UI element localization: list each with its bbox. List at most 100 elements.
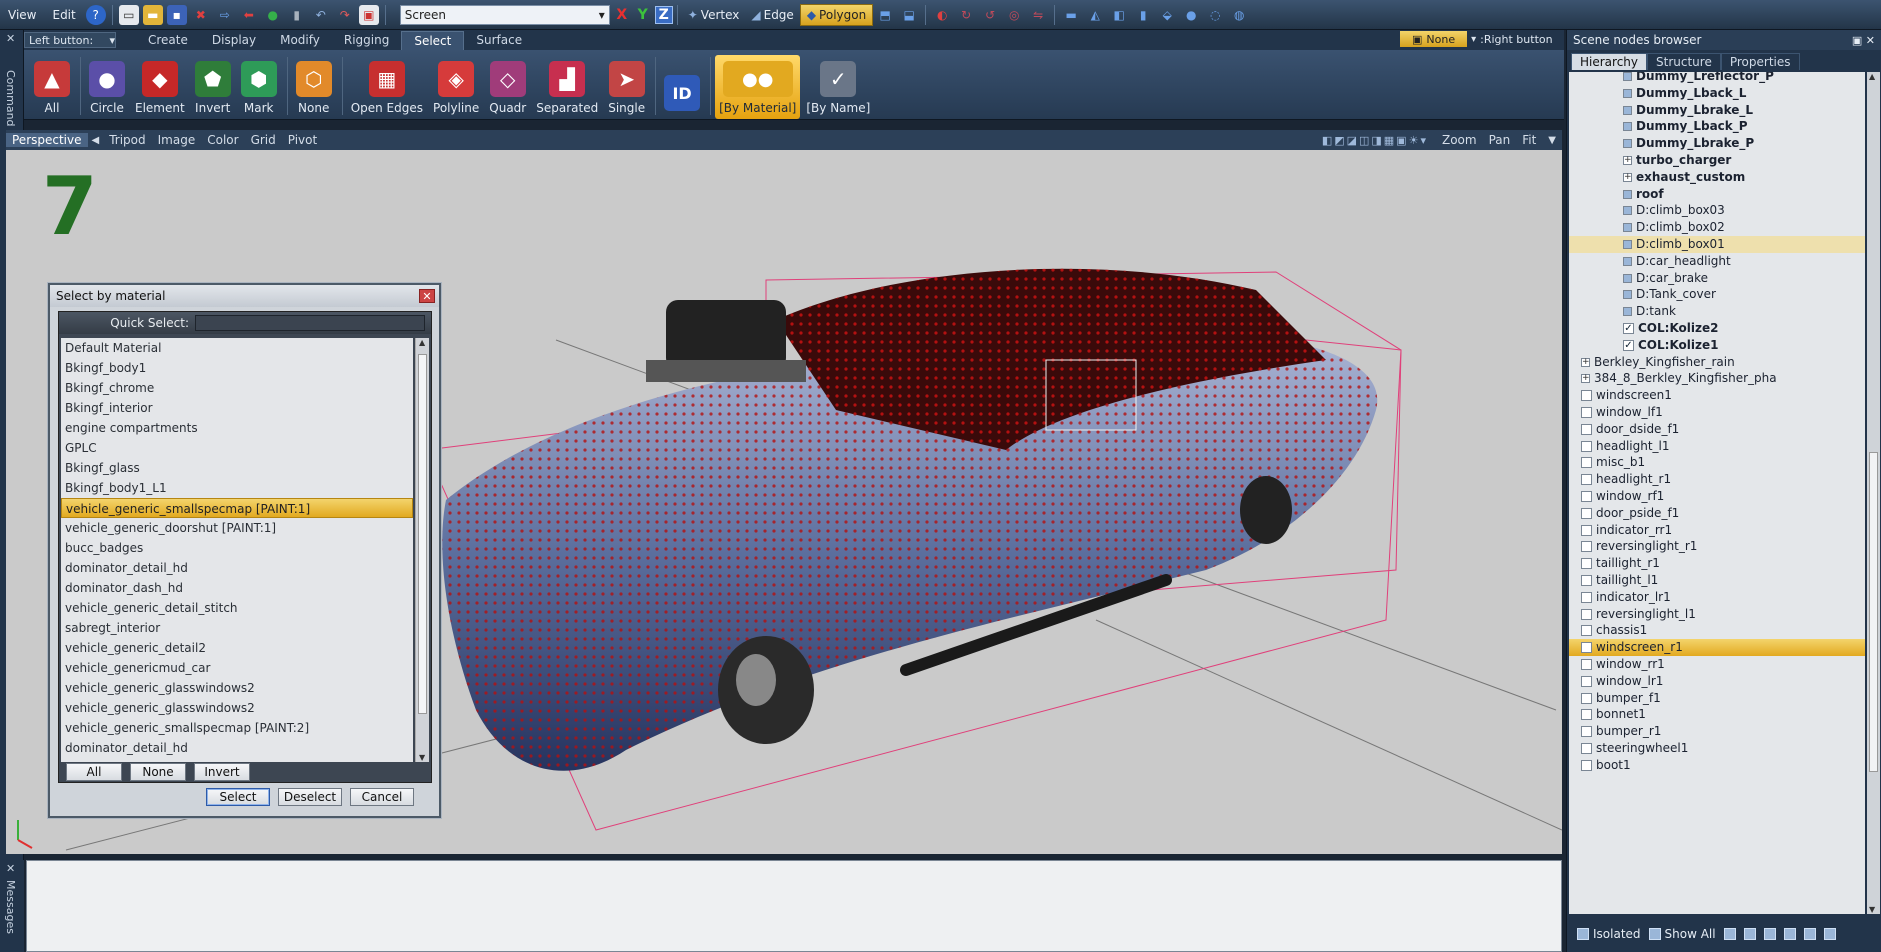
ribbon-single-button[interactable]: ➤ Single xyxy=(604,55,649,119)
ribbon-element-button[interactable]: ◆ Element xyxy=(131,55,189,119)
expand-icon[interactable]: + xyxy=(1623,156,1632,165)
material-list-item[interactable]: Bkingf_body1 xyxy=(61,358,413,378)
options-icon[interactable] xyxy=(1823,928,1836,940)
checkbox-icon[interactable] xyxy=(1581,591,1592,603)
scene-node-row[interactable]: indicator_lr1 xyxy=(1569,589,1865,606)
material-list-item[interactable]: Bkingf_interior xyxy=(61,398,413,418)
coord-space-select[interactable]: Screen ▾ xyxy=(399,4,610,25)
scene-node-row[interactable]: D:car_headlight xyxy=(1569,253,1865,270)
scene-node-row[interactable]: Dummy_Lbrake_P xyxy=(1569,135,1865,152)
scene-node-row[interactable]: window_lr1 xyxy=(1569,673,1865,690)
scene-node-row[interactable]: Dummy_Lreflector_P xyxy=(1569,72,1865,85)
checkbox-icon[interactable] xyxy=(1581,423,1592,435)
ribbon-by-material-button[interactable]: ●● [By Material] xyxy=(715,55,801,119)
ribbon-none-button[interactable]: ⬡ None xyxy=(292,55,336,119)
scene-node-row[interactable]: + Berkley_Kingfisher_rain xyxy=(1569,354,1865,371)
mode-polygon-button[interactable]: ◆ Polygon xyxy=(799,3,874,26)
viewport-link-image[interactable]: Image xyxy=(152,133,202,147)
scene-node-row[interactable]: indicator_rr1 xyxy=(1569,522,1865,539)
tab-surface[interactable]: Surface xyxy=(464,31,534,50)
checkbox-icon[interactable] xyxy=(1581,726,1592,738)
checkbox-icon[interactable] xyxy=(1581,440,1592,452)
rotate-icon[interactable]: ↻ xyxy=(956,5,976,25)
material-list-item[interactable]: sabregt_interior xyxy=(61,618,413,638)
select-button[interactable]: Select xyxy=(206,788,270,806)
material-list-item[interactable]: Bkingf_chrome xyxy=(61,378,413,398)
save-icon[interactable]: ▪ xyxy=(166,4,187,25)
view-top-icon[interactable]: ◧ xyxy=(1109,5,1129,25)
scene-node-row[interactable]: misc_b1 xyxy=(1569,454,1865,471)
scene-node-row[interactable]: steeringwheel1 xyxy=(1569,740,1865,757)
scroll-thumb[interactable] xyxy=(418,354,427,714)
checkbox-icon[interactable] xyxy=(1581,659,1592,670)
checkbox-icon[interactable] xyxy=(1581,759,1592,771)
scroll-up-icon[interactable]: ▲ xyxy=(1869,72,1875,81)
checkbox-icon[interactable] xyxy=(1581,709,1592,721)
quick-select-input[interactable] xyxy=(195,315,425,331)
mode-vertex-button[interactable]: ✦ Vertex xyxy=(682,4,746,26)
display-mode-icons[interactable]: ◧◩◪◫◨▦▣☀▾ xyxy=(1322,134,1428,147)
axis-x-toggle[interactable]: X xyxy=(613,6,631,24)
scene-node-row[interactable]: window_rr1 xyxy=(1569,656,1865,673)
scene-node-row[interactable]: Dummy_Lback_L xyxy=(1569,85,1865,102)
tab-structure[interactable]: Structure xyxy=(1647,53,1721,70)
material-list-item[interactable]: vehicle_generic_smallspecmap [PAINT:2] xyxy=(61,718,413,738)
select-invert-button[interactable]: Invert xyxy=(194,763,250,781)
checkbox-icon[interactable] xyxy=(1581,474,1592,486)
material-list-item[interactable]: GPLC xyxy=(61,438,413,458)
tab-create[interactable]: Create xyxy=(136,31,200,50)
scene-node-row[interactable]: door_dside_f1 xyxy=(1569,421,1865,438)
scene-node-row[interactable]: taillight_l1 xyxy=(1569,572,1865,589)
ribbon-circle-button[interactable]: ● Circle xyxy=(85,55,129,119)
material-list-item[interactable]: Bkingf_glass xyxy=(61,458,413,478)
checkbox-icon[interactable] xyxy=(1581,558,1592,570)
scene-node-row[interactable]: D:climb_box03 xyxy=(1569,202,1865,219)
scene-node-row[interactable]: roof xyxy=(1569,186,1865,203)
scene-node-row[interactable]: bonnet1 xyxy=(1569,706,1865,723)
material-list-item[interactable]: engine compartments xyxy=(61,418,413,438)
viewport-name[interactable]: Perspective xyxy=(6,133,88,147)
tab-properties[interactable]: Properties xyxy=(1720,53,1800,70)
scroll-up-icon[interactable]: ▲ xyxy=(419,338,425,347)
sort-icon[interactable] xyxy=(1803,928,1816,940)
checkbox-icon[interactable] xyxy=(1581,407,1592,418)
scene-tree-scrollbar[interactable]: ▲ ▼ xyxy=(1867,72,1880,914)
cancel-button[interactable]: Cancel xyxy=(350,788,414,806)
scene-node-row[interactable]: D:Tank_cover xyxy=(1569,286,1865,303)
light-icon[interactable]: ● xyxy=(1181,5,1201,25)
viewport-link-color[interactable]: Color xyxy=(201,133,244,147)
expand-icon[interactable]: + xyxy=(1623,172,1632,182)
material-list-item[interactable]: vehicle_generic_glasswindows2 xyxy=(61,698,413,718)
close-icon[interactable]: ✕ xyxy=(6,32,15,45)
isolated-toggle[interactable]: Isolated xyxy=(1577,927,1641,941)
checkbox-icon[interactable] xyxy=(1581,457,1592,469)
material-list-item[interactable]: vehicle_generic_detail_stitch xyxy=(61,598,413,618)
checkbox-icon[interactable] xyxy=(1581,524,1592,536)
material-list-item[interactable]: dominator_detail_hd xyxy=(61,738,413,758)
view-side-icon[interactable]: ◭ xyxy=(1085,5,1105,25)
scene-node-row[interactable]: window_rf1 xyxy=(1569,488,1865,505)
tab-select[interactable]: Select xyxy=(401,30,465,50)
material-list-item[interactable]: dominator_detail_hd xyxy=(61,558,413,578)
checkbox-icon[interactable] xyxy=(1581,675,1592,687)
scene-node-row[interactable]: D:car_brake xyxy=(1569,270,1865,287)
scene-node-row[interactable]: door_pside_f1 xyxy=(1569,505,1865,522)
scene-node-row[interactable]: ✓ COL:Kolize2 xyxy=(1569,320,1865,337)
new-file-icon[interactable]: ▭ xyxy=(118,4,139,25)
view-back-icon[interactable]: ▮ xyxy=(1133,5,1153,25)
scene-node-row[interactable]: chassis1 xyxy=(1569,622,1865,639)
checkbox-icon[interactable] xyxy=(1581,507,1592,519)
undo-icon[interactable]: ↶ xyxy=(311,5,331,25)
scene-node-row[interactable]: + exhaust_custom xyxy=(1569,169,1865,186)
scene-node-row[interactable]: window_lf1 xyxy=(1569,404,1865,421)
axis-z-toggle[interactable]: Z xyxy=(654,5,673,24)
ribbon-open-edges-button[interactable]: ▦ Open Edges xyxy=(347,55,427,119)
trash-icon[interactable]: ▮ xyxy=(287,5,307,25)
show-all-toggle[interactable]: Show All xyxy=(1648,927,1716,941)
viewport-pan-button[interactable]: Pan xyxy=(1483,133,1517,147)
viewport-zoom-button[interactable]: Zoom xyxy=(1436,133,1483,147)
ribbon-invert-button[interactable]: ⬟ Invert xyxy=(191,55,235,119)
material-list-scrollbar[interactable]: ▲ ▼ xyxy=(415,338,429,762)
mode-edge-button[interactable]: ◢ Edge xyxy=(745,4,799,26)
material-list-item[interactable]: vehicle_genericmud_car xyxy=(61,658,413,678)
